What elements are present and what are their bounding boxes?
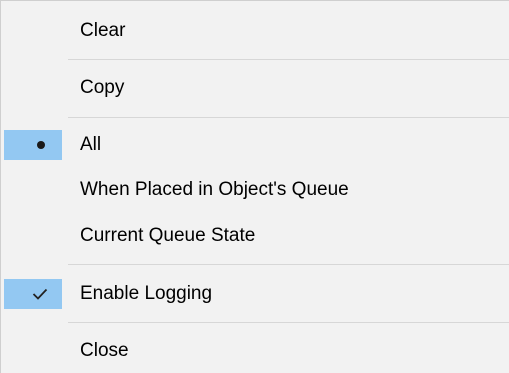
menu-item-label: When Placed in Object's Queue [80, 179, 349, 200]
menu-item-copy[interactable]: Copy [1, 73, 509, 103]
menu-item-close[interactable]: Close [1, 336, 509, 366]
menu-separator [68, 264, 509, 265]
menu-item-clear[interactable]: Clear [1, 16, 509, 46]
menu-item-label: Close [80, 340, 129, 361]
check-mark-highlight [4, 279, 62, 309]
bullet-icon [37, 141, 45, 149]
menu-item-label: Enable Logging [80, 283, 213, 304]
menu-separator [68, 117, 509, 118]
menu-item-when-placed-in-objects-queue[interactable]: When Placed in Object's Queue [1, 175, 509, 205]
menu-item-label: Current Queue State [80, 225, 256, 246]
menu-item-label: Copy [80, 77, 125, 98]
radio-mark-highlight [4, 130, 62, 160]
menu-item-all[interactable]: All [1, 130, 509, 160]
menu-separator [68, 59, 509, 60]
checkmark-icon [32, 288, 48, 300]
menu-separator [68, 322, 509, 323]
menu-item-label: Clear [80, 20, 126, 41]
context-menu: Clear Copy All When Placed in Object's Q… [0, 0, 509, 373]
menu-item-label: All [80, 134, 102, 155]
menu-item-current-queue-state[interactable]: Current Queue State [1, 221, 509, 251]
menu-item-enable-logging[interactable]: Enable Logging [1, 279, 509, 309]
